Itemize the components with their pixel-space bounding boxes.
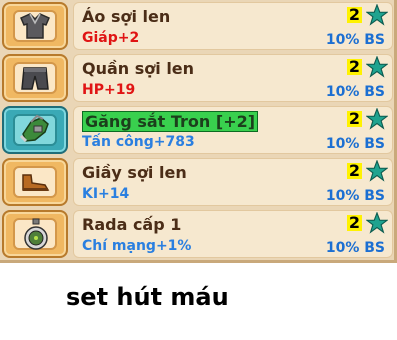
equipment-row-pants[interactable]: Quần sợi len HP+19 2 10% BS [0, 52, 394, 104]
radar-icon [24, 218, 48, 250]
item-level: 2 [346, 161, 362, 180]
item-card: Găng sắt Tron [+2] Tấn công+783 2 10% BS [73, 106, 393, 154]
star-icon [366, 160, 388, 182]
item-slot-selected[interactable] [2, 106, 68, 154]
star-icon [366, 56, 388, 78]
item-bonus: 10% BS [325, 240, 385, 256]
equipment-row-shirt[interactable]: Áo sợi len Giáp+2 2 10% BS [0, 0, 394, 52]
item-bonus: 10% BS [325, 188, 385, 204]
item-level: 2 [346, 109, 362, 128]
item-level: 2 [346, 5, 362, 24]
equipment-row-shoes[interactable]: Giầy sợi len KI+14 2 10% BS [0, 156, 394, 208]
item-name: Quần sợi len [82, 59, 195, 78]
star-icon [366, 4, 388, 26]
item-stat: Chí mạng+1% [82, 238, 192, 254]
gloves-icon [19, 114, 49, 143]
item-card: Giầy sợi len KI+14 2 10% BS [73, 158, 393, 206]
equipment-panel: Áo sợi len Giáp+2 2 10% BS Quần sợi len … [0, 0, 397, 263]
item-slot[interactable] [2, 2, 68, 50]
pants-icon [21, 67, 49, 90]
star-icon [366, 212, 388, 234]
item-card: Quần sợi len HP+19 2 10% BS [73, 54, 393, 102]
item-name: Rada cấp 1 [82, 215, 182, 234]
item-stat: Giáp+2 [82, 30, 140, 46]
item-stat: Tấn công+783 [82, 134, 195, 150]
item-stat: HP+19 [82, 82, 136, 98]
item-name: Găng sắt Tron [+2] [82, 111, 259, 132]
shoes-icon [22, 174, 50, 191]
star-icon [366, 108, 388, 130]
item-bonus: 10% BS [325, 84, 385, 100]
item-card: Rada cấp 1 Chí mạng+1% 2 10% BS [73, 210, 393, 258]
item-level: 2 [346, 213, 362, 232]
item-card: Áo sợi len Giáp+2 2 10% BS [73, 2, 393, 50]
item-stat: KI+14 [82, 186, 130, 202]
equipment-row-radar[interactable]: Rada cấp 1 Chí mạng+1% 2 10% BS [0, 208, 394, 260]
item-name: Áo sợi len [82, 7, 171, 26]
item-level: 2 [346, 57, 362, 76]
item-slot[interactable] [2, 158, 68, 206]
item-slot[interactable] [2, 210, 68, 258]
item-name: Giầy sợi len [82, 163, 187, 182]
item-bonus: 10% BS [325, 32, 385, 48]
item-bonus: 10% BS [325, 136, 385, 152]
equipment-row-gloves[interactable]: Găng sắt Tron [+2] Tấn công+783 2 10% BS [0, 104, 394, 156]
shirt-icon [20, 13, 50, 39]
set-caption: set hút máu [66, 283, 229, 311]
item-slot[interactable] [2, 54, 68, 102]
